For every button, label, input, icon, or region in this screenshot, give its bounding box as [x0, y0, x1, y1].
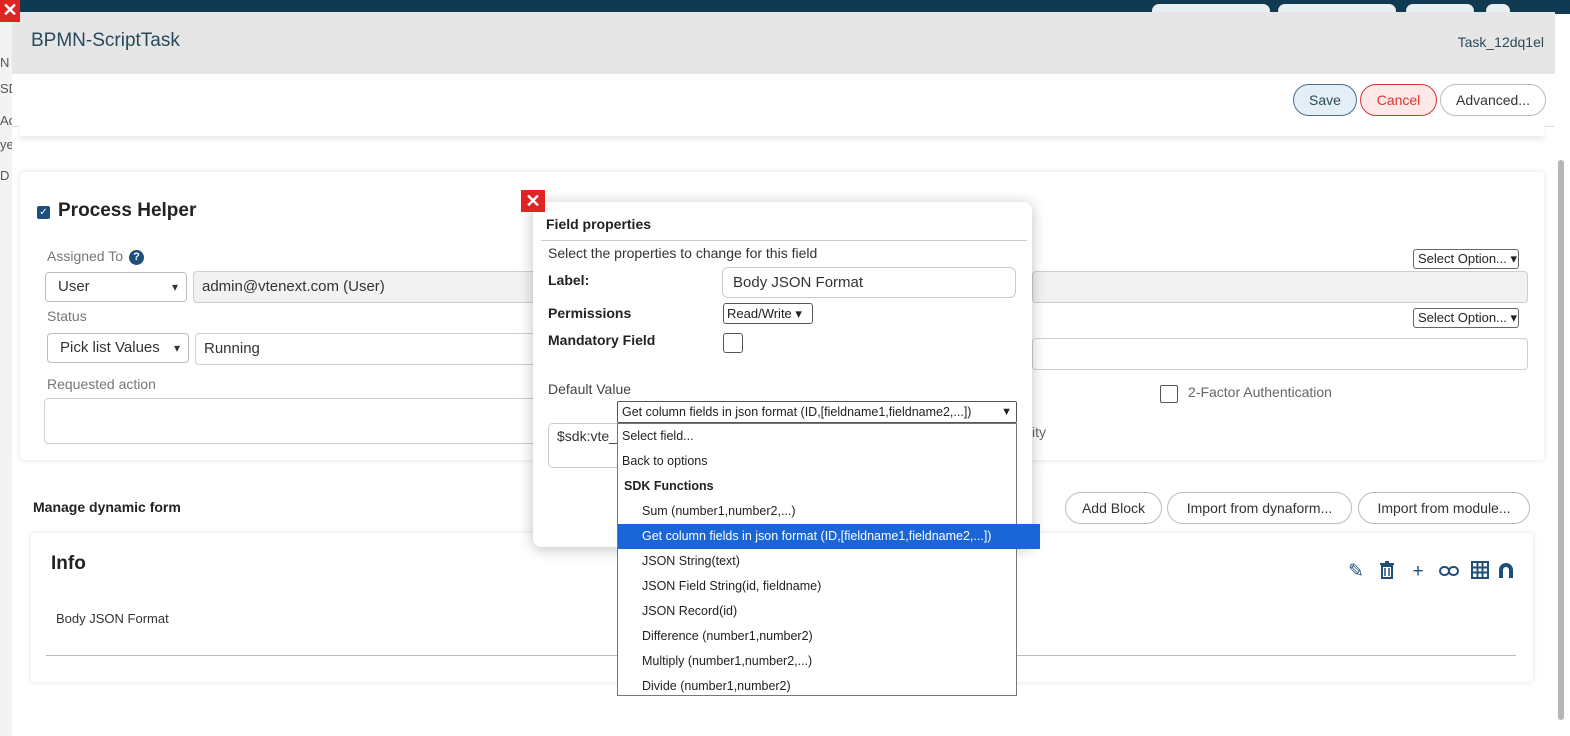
label-label: Label:	[548, 272, 590, 288]
dialog-title: BPMN-ScriptTask	[31, 30, 180, 51]
assigned-to-label: Assigned To?	[47, 248, 145, 265]
trash-icon[interactable]	[1376, 561, 1398, 583]
scrollbar-thumb[interactable]	[1558, 160, 1564, 720]
process-helper-checkbox[interactable]: ✓	[37, 206, 50, 219]
info-field-label: Body JSON Format	[56, 611, 169, 626]
background-text: N	[0, 55, 10, 70]
advanced-button[interactable]: Advanced...	[1440, 84, 1546, 116]
dropdown-option[interactable]: Sum (number1,number2,...)	[618, 499, 1040, 524]
default-value-textarea[interactable]: $sdk:vte_	[548, 423, 618, 468]
table-svg	[1471, 561, 1489, 579]
requested-action-label: Requested action	[47, 376, 156, 392]
dropdown-group-label: SDK Functions	[624, 479, 714, 493]
dialog-toolbar: Save Cancel Advanced...	[12, 74, 1555, 127]
cancel-button[interactable]: Cancel	[1360, 84, 1437, 116]
assigned-type-value: User	[58, 278, 90, 295]
mandatory-checkbox[interactable]	[723, 333, 743, 353]
chevron-down-icon: ▾	[171, 280, 178, 294]
twofa-checkbox[interactable]	[1160, 385, 1178, 403]
dropdown-option[interactable]: JSON String(text)	[618, 549, 1040, 574]
magnet-svg	[1499, 563, 1513, 578]
right-field-2[interactable]	[1032, 338, 1528, 370]
process-helper-title: Process Helper	[58, 200, 197, 221]
dropdown-option[interactable]: Multiply (number1,number2,...)	[618, 649, 1040, 674]
permissions-value: Read/Write	[727, 306, 792, 321]
link-svg	[1439, 566, 1459, 576]
dropdown-option[interactable]: Get column fields in json format (ID,[fi…	[618, 524, 1040, 549]
select-option-text: Select Option...	[1418, 251, 1507, 266]
magnet-icon[interactable]	[1495, 561, 1517, 583]
select-option-dropdown-1[interactable]: Select Option... ▾	[1413, 249, 1519, 269]
mandatory-label: Mandatory Field	[548, 332, 656, 348]
import-dynaform-button[interactable]: Import from dynaform...	[1167, 492, 1352, 524]
trash-svg	[1380, 561, 1394, 579]
label-input[interactable]: Body JSON Format	[722, 267, 1016, 298]
dropdown-option[interactable]: JSON Record(id)	[618, 599, 1040, 624]
field-properties-title: Field properties	[546, 216, 652, 232]
assigned-to-text: Assigned To	[47, 248, 124, 264]
save-button[interactable]: Save	[1293, 84, 1357, 116]
select-option-dropdown-2[interactable]: Select Option... ▾	[1413, 308, 1519, 328]
dropdown-option[interactable]: Select field...	[618, 424, 1020, 449]
dropdown-option[interactable]: Divide (number1,number2)	[618, 674, 1040, 699]
import-module-button[interactable]: Import from module...	[1358, 492, 1530, 524]
permissions-label: Permissions	[548, 305, 632, 321]
content-separator	[20, 126, 1544, 136]
pencil-icon[interactable]: ✎	[1345, 561, 1367, 583]
assigned-type-select[interactable]: User ▾	[45, 272, 187, 302]
status-type-select[interactable]: Pick list Values ▾	[47, 333, 189, 363]
close-icon[interactable]: ✕	[521, 190, 545, 212]
background-text: ye	[0, 137, 12, 152]
default-value-function-selected: Get column fields in json format (ID,[fi…	[622, 405, 972, 419]
background-text: Ac	[0, 113, 12, 128]
field-properties-subtitle: Select the properties to change for this…	[548, 245, 818, 261]
table-icon[interactable]	[1469, 561, 1491, 583]
background-text: SD	[0, 81, 12, 96]
assigned-user-field[interactable]: admin@vtenext.com (User)	[193, 271, 553, 303]
close-icon[interactable]: ✕	[0, 0, 20, 22]
requested-action-field[interactable]	[44, 398, 553, 444]
chevron-down-icon: ▾	[173, 341, 180, 355]
popup-divider	[541, 240, 1027, 241]
select-option-text: Select Option...	[1418, 310, 1507, 325]
link-icon[interactable]	[1438, 561, 1460, 583]
add-block-button[interactable]: Add Block	[1065, 492, 1162, 524]
plus-icon[interactable]: +	[1407, 561, 1429, 583]
info-block-title: Info	[51, 553, 86, 574]
status-label: Status	[47, 308, 87, 324]
dropdown-option[interactable]: Difference (number1,number2)	[618, 624, 1040, 649]
twofa-label: 2-Factor Authentication	[1188, 384, 1332, 400]
default-value-label: Default Value	[548, 381, 632, 397]
task-id: Task_12dq1el	[1457, 34, 1544, 50]
permissions-select[interactable]: Read/Write ▾	[723, 303, 813, 324]
partial-label: ity	[1032, 424, 1046, 440]
background-text: D	[0, 168, 10, 183]
status-value-field[interactable]: Running	[195, 333, 553, 365]
default-value-function-select[interactable]: Get column fields in json format (ID,[fi…	[617, 401, 1017, 423]
dropdown-option[interactable]: Back to options	[618, 449, 1020, 474]
manage-dynamic-form-title: Manage dynamic form	[33, 499, 181, 515]
help-icon[interactable]: ?	[129, 249, 145, 265]
chevron-down-icon: ▼	[1001, 406, 1012, 418]
default-value-function-list: Select field... Back to options SDK Functi…	[617, 423, 1040, 696]
right-field-1[interactable]	[1032, 271, 1528, 303]
dialog-header: BPMN-ScriptTask Task_12dq1el	[12, 12, 1555, 74]
status-type-value: Pick list Values	[60, 339, 160, 356]
dropdown-option[interactable]: JSON Field String(id, fieldname)	[618, 574, 1040, 599]
